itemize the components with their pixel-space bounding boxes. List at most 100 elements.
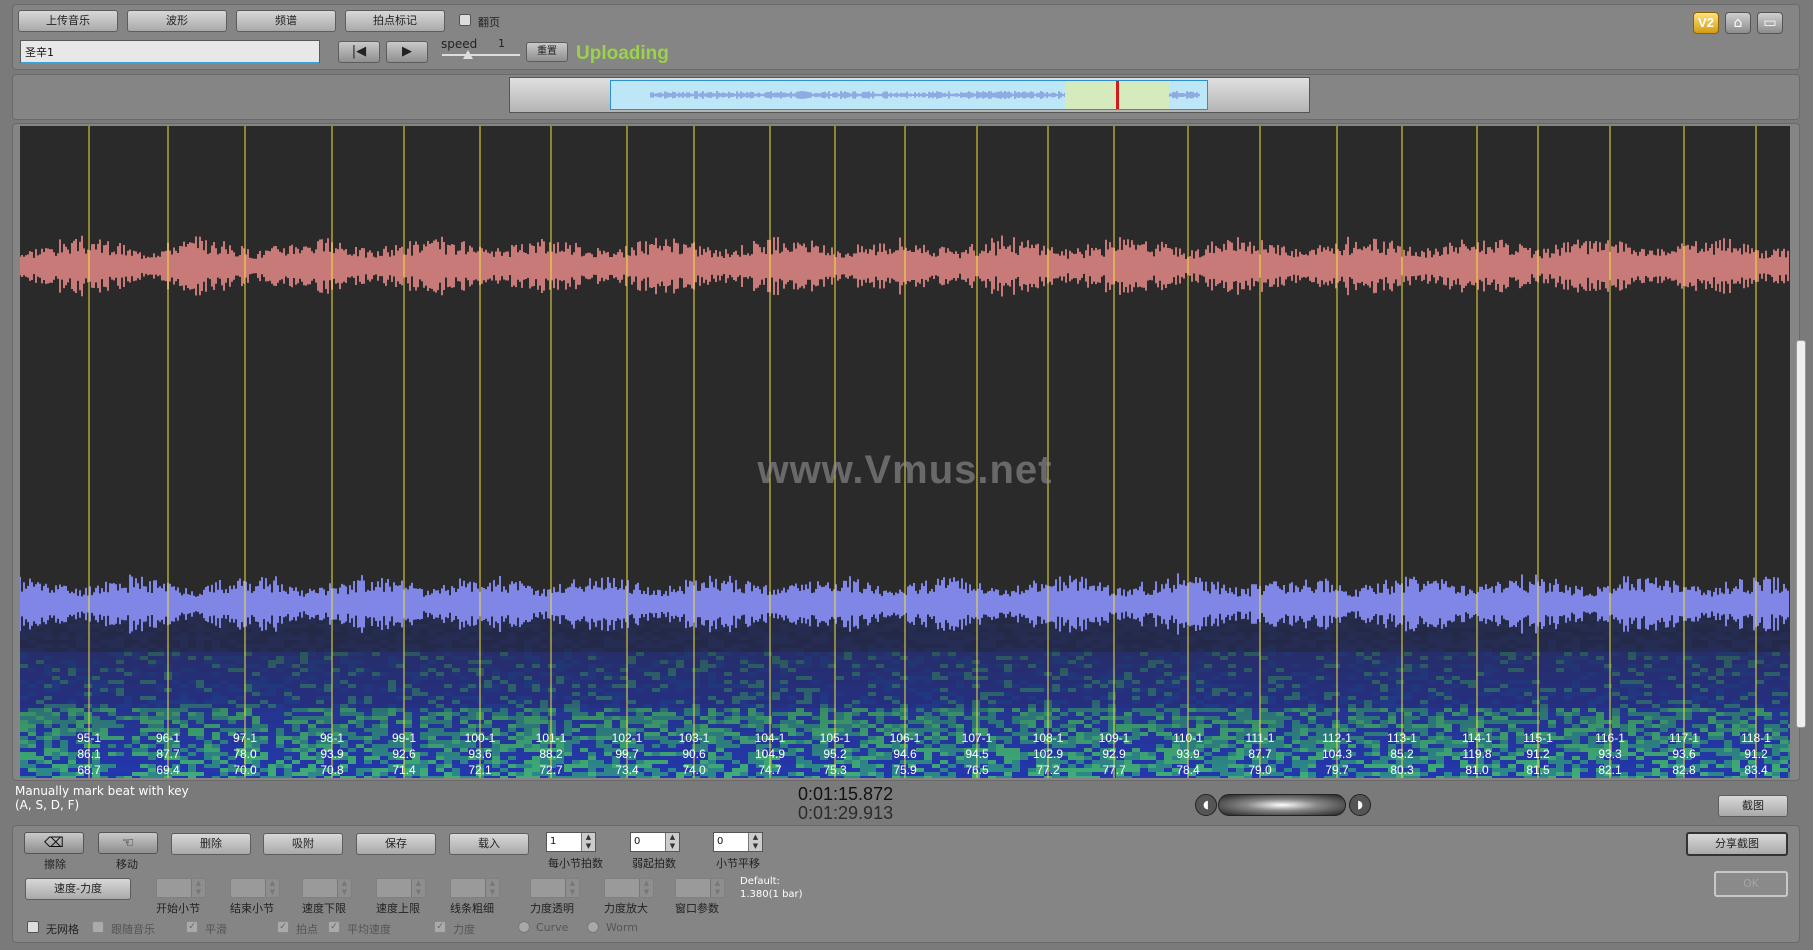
spectrogram-cell [436,644,444,648]
spectrogram-cell [420,632,428,636]
spectrogram-cell [820,680,828,684]
spectrogram-cell [820,648,828,652]
speed-slider[interactable] [442,54,520,56]
spectrogram-cell [188,656,196,660]
spectrogram-cell [1492,652,1500,656]
playhead-marker[interactable] [1116,81,1119,109]
spectrogram-cell [1700,620,1708,624]
beat-mark-button[interactable]: 拍点标记 [345,10,445,32]
spectrogram-cell [1196,632,1204,636]
spectrogram-cell [452,620,460,624]
spectrogram-cell [1388,628,1396,632]
spectrogram-cell [1340,640,1348,644]
upload-music-button[interactable]: 上传音乐 [18,10,118,32]
spectrogram-cell [196,680,204,684]
spectrogram-cell [204,656,212,660]
spectrogram-cell [1212,680,1220,684]
spectrogram-cell [1156,652,1164,656]
spectrogram-cell [276,640,284,644]
spectrum-button[interactable]: 频谱 [236,10,336,32]
overview-view-window[interactable] [610,80,1208,110]
spectrogram-cell [1716,620,1724,624]
spectrogram-cell [1580,668,1588,672]
spectrogram-cell [1652,652,1660,656]
spectrogram-cell [972,648,980,652]
spectrogram-cell [900,668,908,672]
spectrogram-cell [76,632,84,636]
spectrogram-cell [1508,636,1516,640]
spectrogram-cell [1492,628,1500,632]
spectrogram-cell [396,636,404,640]
speed-slider-handle[interactable] [463,50,473,59]
spectrogram-cell [540,628,548,632]
spectrogram-cell [100,684,108,688]
spectrogram-cell [1188,664,1196,668]
spectrogram-cell [964,660,972,664]
spectrogram-cell [1148,640,1156,644]
spectrogram-cell [508,684,516,688]
spectrogram-cell [436,672,444,676]
spectrogram-cell [972,644,980,648]
spectrogram-cell [428,680,436,684]
spectrogram-cell [812,652,820,656]
spectrogram-cell [1724,648,1732,652]
spectrogram-cell [1404,640,1412,644]
spectrogram-cell [572,668,580,672]
home-icon[interactable]: ⌂ [1725,12,1751,34]
spectrogram-cell [1012,644,1020,648]
spectrogram-cell [612,636,620,640]
spectrogram-cell [1260,640,1268,644]
spectrogram-cell [580,680,588,684]
spectrogram-cell [636,632,644,636]
spectrogram-cell [988,620,996,624]
v2-icon[interactable]: V2 [1693,12,1719,34]
spectrogram-cell [564,676,572,680]
spectrogram-cell [844,648,852,652]
spectrogram-cell [500,656,508,660]
spectrogram-cell [468,676,476,680]
spectrogram-cell [628,672,636,676]
spectrogram-cell [364,656,372,660]
window-icon[interactable]: ▭ [1757,12,1783,34]
spectrogram-cell [332,644,340,648]
spectrogram-cell [1076,636,1084,640]
spectrogram-cell [1772,648,1780,652]
spectrogram-cell [820,632,828,636]
spectrogram-cell [820,644,828,648]
spectrogram-cell [716,660,724,664]
spectrogram-cell [1236,632,1244,636]
flip-page-checkbox[interactable] [459,14,471,26]
spectrogram-cell [1780,660,1788,664]
spectrogram-cell [124,676,132,680]
play-button[interactable]: ▶ [386,41,428,63]
spectrogram-cell [1612,676,1620,680]
spectrogram-cell [1540,632,1548,636]
spectrogram-cell [1204,644,1212,648]
spectrogram-display[interactable]: www.Vmus.net 95-1 86.1 68.7 96-1 87.7 69.4 97-… [20,126,1790,778]
reset-button[interactable]: 重置 [526,42,568,62]
spectrogram-cell [60,644,68,648]
spectrogram-cell [524,624,532,628]
spectrogram-cell [76,656,84,660]
spectrogram-cell [1068,644,1076,648]
spectrogram-cell [316,660,324,664]
spectrogram-cell [100,628,108,632]
spectrogram-cell [1020,656,1028,660]
spectrogram-cell [1332,644,1340,648]
spectrogram-cell [1372,632,1380,636]
song-name-input[interactable] [20,40,320,64]
spectrogram-cell [948,668,956,672]
spectrogram-cell [1284,660,1292,664]
spectrogram-cell [116,632,124,636]
spectrogram-cell [260,632,268,636]
spectrogram-cell [372,672,380,676]
spectrogram-cell [364,620,372,624]
spectrogram-cell [20,644,28,648]
rewind-button[interactable]: |◀ [338,41,380,63]
spectrogram-cell [724,656,732,660]
spectrogram-cell [172,684,180,688]
spectrogram-cell [1556,680,1564,684]
overview-bar[interactable] [509,77,1310,113]
spectrogram-cell [1300,676,1308,680]
waveform-button[interactable]: 波形 [127,10,227,32]
